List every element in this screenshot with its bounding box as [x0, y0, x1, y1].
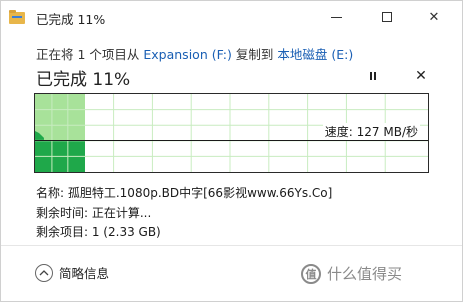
time-remaining: 剩余时间: 正在计算... — [36, 206, 152, 220]
window-title: 已完成 11% — [36, 12, 106, 27]
pause-icon-bar-left — [370, 72, 372, 80]
speed-label: 速度: 127 MB/秒 — [322, 123, 420, 140]
minimize-icon — [330, 16, 342, 18]
stop-button[interactable]: ✕ — [412, 67, 430, 85]
source-link[interactable]: Expansion (F:) — [143, 47, 232, 62]
copy-info-line: 正在将 1 个项目从 Expansion (F:) 复制到 本地磁盘 (E:) — [36, 44, 353, 63]
maximize-icon — [382, 12, 392, 22]
folder-copy-icon — [9, 10, 25, 24]
progress-header: 已完成 11% — [36, 70, 131, 90]
footer-divider — [1, 245, 462, 246]
transfer-speed-graph: 速度: 127 MB/秒 — [34, 93, 429, 173]
close-icon: ✕ — [428, 9, 440, 25]
close-button[interactable]: ✕ — [411, 1, 457, 33]
less-details-button[interactable]: 简略信息 — [35, 263, 109, 282]
items-remaining: 剩余项目: 1 (2.33 GB) — [36, 225, 161, 239]
info-prefix: 正在将 1 个项目从 — [36, 47, 144, 62]
info-middle: 复制到 — [231, 47, 278, 62]
watermark: 值 什么值得买 — [301, 263, 402, 284]
pause-icon-bar-right — [374, 72, 376, 80]
watermark-text: 什么值得买 — [327, 265, 403, 283]
copy-progress-window: 已完成 11% ✕ 正在将 1 个项目从 Expansion (F:) 复制到 … — [0, 0, 463, 302]
pause-button[interactable] — [363, 67, 383, 85]
minimize-button[interactable] — [313, 1, 359, 33]
less-details-label: 简略信息 — [59, 266, 110, 281]
title-bar[interactable]: 已完成 11% ✕ — [1, 1, 462, 33]
destination-link[interactable]: 本地磁盘 (E:) — [277, 47, 353, 62]
maximize-button[interactable] — [364, 1, 410, 33]
watermark-badge: 值 — [301, 263, 321, 284]
chevron-up-icon — [35, 263, 53, 282]
speed-line — [35, 140, 428, 141]
file-name: 名称: 孤胆特工.1080p.BD中字[66影视www.66Ys.Co] — [36, 186, 333, 200]
